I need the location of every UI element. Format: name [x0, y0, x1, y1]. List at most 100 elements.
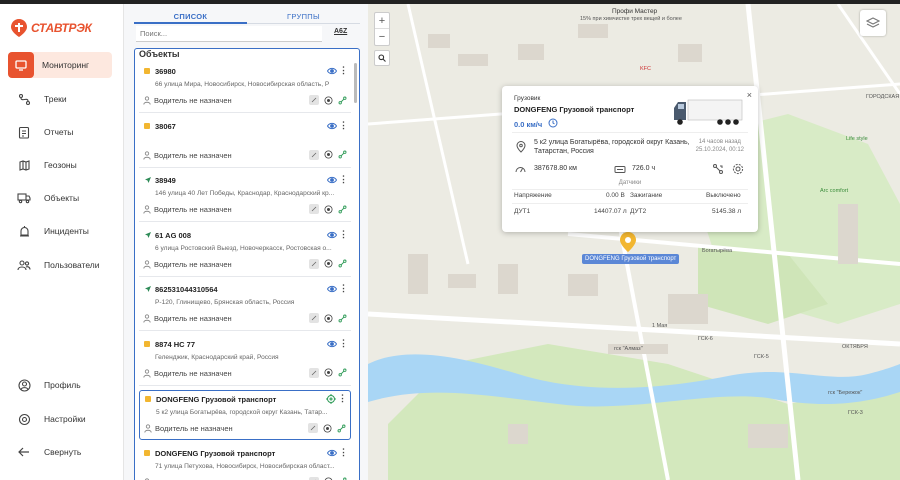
more-options-icon[interactable]: ⋮ — [339, 338, 348, 349]
object-address: Р-120, Глинищево, Брянская область, Росс… — [155, 299, 295, 306]
brand-name: СТАВТРЭК — [31, 21, 92, 35]
ignition-icon[interactable] — [323, 368, 333, 378]
nav-geozones[interactable]: Геозоны — [8, 152, 112, 178]
ignition-icon[interactable] — [323, 313, 333, 323]
nav-label: Инциденты — [44, 226, 89, 236]
sort-button[interactable]: A6Z — [334, 28, 347, 35]
ignition-icon[interactable] — [323, 95, 333, 105]
map-search-button[interactable] — [374, 50, 390, 66]
more-options-icon[interactable]: ⋮ — [339, 229, 348, 240]
nav-users[interactable]: Пользователи — [8, 252, 112, 278]
object-card[interactable]: DONGFENG Грузовой транспорт ⋮ 71 улица Пет… — [139, 444, 351, 480]
driver-text: Водитель не назначен — [155, 424, 233, 433]
ignition-icon[interactable] — [323, 204, 333, 214]
eye-icon[interactable] — [327, 339, 337, 349]
sensor-icon[interactable] — [309, 313, 319, 323]
sensor-icon[interactable] — [309, 367, 319, 378]
nav-reports[interactable]: Отчеты — [8, 119, 112, 145]
nav-profile[interactable]: Профиль — [8, 372, 112, 398]
object-card[interactable]: 862531044310564 ⋮ Р-120, Глинищево, Брянск… — [139, 281, 351, 331]
object-card[interactable]: 38067 ⋮ Водитель не назначен — [139, 117, 351, 168]
more-options-icon[interactable]: ⋮ — [339, 283, 348, 294]
nav-objects[interactable]: Объекты — [8, 185, 112, 211]
driver-text: Водитель не назначен — [154, 150, 232, 160]
panel-tabs: СПИСОК ГРУППЫ — [134, 8, 360, 24]
map[interactable]: Профи Мастер 15% при химчистке трех веще… — [368, 4, 900, 480]
tab-list[interactable]: СПИСОК — [134, 8, 247, 24]
object-card[interactable]: DONGFENG Грузовой транспорт ⋮ 5 к2 улица Б… — [139, 390, 351, 440]
app-root: СТАВТРЭК Мониторинг Треки Отчеты Геозоны — [0, 0, 900, 480]
connection-icon[interactable] — [337, 313, 347, 323]
object-card[interactable]: 61 AG 008 ⋮ 6 улица Ростовский Выезд, Ново… — [139, 226, 351, 277]
ignition-icon[interactable] — [322, 423, 332, 433]
nav-settings[interactable]: Настройки — [8, 406, 112, 432]
sensor-icon[interactable] — [309, 95, 319, 105]
object-card[interactable]: 8874 НС 77 ⋮ Геленджик, Краснодарский край… — [139, 335, 351, 386]
search-input[interactable] — [136, 26, 322, 42]
map-street-label: ОКТЯБРЯ — [842, 344, 868, 350]
gear-icon[interactable] — [732, 163, 744, 175]
zoom-in-button[interactable]: + — [375, 13, 389, 29]
object-status-icons — [309, 476, 347, 480]
vehicle-map-label[interactable]: DONGFENG Грузовой транспорт — [582, 254, 680, 264]
map-street-label: 1 Мая — [652, 323, 668, 329]
connection-icon[interactable] — [337, 204, 347, 214]
brand-logo[interactable]: СТАВТРЭК — [10, 16, 92, 40]
nav-tracks[interactable]: Треки — [8, 86, 112, 112]
sensor-icon[interactable] — [309, 476, 319, 480]
eye-icon[interactable] — [327, 230, 337, 240]
nav-label: Геозоны — [44, 160, 77, 170]
ignition-icon[interactable] — [323, 259, 333, 269]
connection-icon[interactable] — [337, 477, 347, 480]
geozones-icon — [16, 157, 32, 173]
more-options-icon[interactable]: ⋮ — [339, 447, 348, 458]
ignition-icon[interactable] — [323, 477, 333, 480]
driver-text: Водитель не назначен — [154, 314, 232, 323]
object-status-icons — [309, 149, 347, 160]
object-status-icons — [308, 423, 346, 433]
ignition-icon[interactable] — [323, 150, 333, 160]
person-icon — [143, 96, 151, 105]
popup-mileage: 387678.80 км — [534, 165, 577, 172]
close-icon[interactable]: × — [747, 90, 752, 100]
eye-icon[interactable] — [327, 121, 337, 131]
object-card[interactable]: 38949 ⋮ 146 улица 40 Лет Победы, Краснодар… — [139, 172, 351, 222]
eye-icon[interactable] — [327, 66, 337, 76]
object-driver: Водитель не назначен — [143, 314, 232, 323]
sensor-icon[interactable] — [309, 149, 319, 160]
monitoring-icon — [8, 52, 34, 78]
target-icon[interactable] — [326, 394, 336, 404]
more-options-icon[interactable]: ⋮ — [339, 174, 348, 185]
time-ago: 14 часов назад — [698, 139, 741, 145]
object-card[interactable]: 36980 ⋮ 66 улица Мира, Новосибирск, Новоси… — [139, 63, 351, 113]
popup-divider — [512, 189, 748, 190]
connection-icon[interactable] — [337, 259, 347, 269]
nav-monitoring[interactable]: Мониторинг — [8, 52, 112, 78]
zoom-out-button[interactable]: − — [375, 29, 389, 45]
popup-category: Грузовик — [514, 95, 541, 102]
connection-icon[interactable] — [336, 423, 346, 433]
object-name: 862531044310564 — [155, 285, 218, 294]
nav-incidents[interactable]: Инциденты — [8, 218, 112, 244]
eye-icon[interactable] — [327, 175, 337, 185]
more-options-icon[interactable]: ⋮ — [338, 393, 347, 404]
share-route-icon[interactable] — [712, 163, 724, 175]
tab-groups[interactable]: ГРУППЫ — [247, 8, 360, 24]
layers-button[interactable] — [860, 10, 886, 36]
connection-icon[interactable] — [337, 368, 347, 378]
vehicle-pin-icon — [620, 232, 636, 252]
more-options-icon[interactable]: ⋮ — [339, 65, 348, 76]
sensor-icon[interactable] — [308, 423, 318, 433]
object-address: 146 улица 40 Лет Победы, Краснодар, Крас… — [155, 190, 335, 197]
eye-icon[interactable] — [327, 284, 337, 294]
eye-icon[interactable] — [327, 448, 337, 458]
more-options-icon[interactable]: ⋮ — [339, 120, 348, 131]
truck-image-icon — [674, 99, 743, 125]
sensor-icon[interactable] — [309, 258, 319, 269]
list-scrollbar[interactable] — [354, 63, 357, 103]
nav-collapse[interactable]: Свернуть — [8, 439, 112, 465]
sensor-icon[interactable] — [309, 204, 319, 214]
connection-icon[interactable] — [337, 95, 347, 105]
connection-icon[interactable] — [337, 150, 347, 160]
odometer-icon — [515, 167, 526, 173]
